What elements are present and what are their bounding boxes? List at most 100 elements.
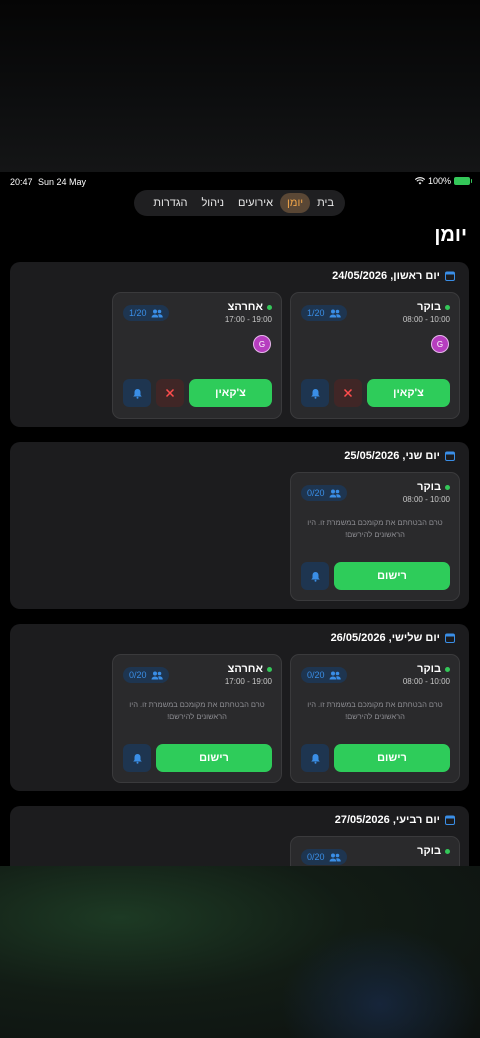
page-title: יומן bbox=[434, 224, 467, 246]
tab-management[interactable]: ניהול bbox=[194, 193, 231, 213]
calendar-icon bbox=[445, 633, 455, 643]
register-button[interactable]: רישום bbox=[334, 744, 450, 772]
tab-settings[interactable]: הגדרות bbox=[146, 193, 194, 213]
shift-name: בוקר bbox=[417, 481, 441, 493]
battery-icon bbox=[454, 177, 472, 185]
count-text: 0/20 bbox=[129, 670, 147, 680]
shift-card: בוקר 0/20 bbox=[290, 836, 460, 866]
day-header: יום רביעי, 27/05/2026 bbox=[335, 814, 455, 826]
day-card: יום שני, 25/05/2026 בוקר 08:00 - 10:00 0… bbox=[10, 442, 469, 609]
wifi-icon bbox=[414, 177, 425, 185]
shift-name-row: אחרהצ bbox=[228, 663, 272, 675]
empty-shift-message: טרם הבטחתם את מקומכם במשמרת זו. היו הראש… bbox=[129, 700, 265, 721]
people-icon bbox=[329, 309, 341, 317]
empty-shift-message: טרם הבטחתם את מקומכם במשמרת זו. היו הראש… bbox=[307, 700, 443, 721]
shift-name: בוקר bbox=[417, 301, 441, 313]
day-title: יום ראשון, 24/05/2026 bbox=[332, 270, 440, 282]
checkin-button[interactable]: צ'קאין bbox=[189, 379, 272, 407]
cancel-button[interactable] bbox=[156, 379, 184, 407]
register-button[interactable]: רישום bbox=[156, 744, 272, 772]
shift-card: בוקר 08:00 - 10:00 0/20 טרם הבטחתם את מק… bbox=[290, 472, 460, 601]
shift-card: בוקר 08:00 - 10:00 0/20 טרם הבטחתם את מק… bbox=[290, 654, 460, 783]
top-nav: בית יומן אירועים ניהול הגדרות bbox=[134, 190, 345, 216]
shift-name-row: בוקר bbox=[417, 481, 450, 493]
checkin-button[interactable]: צ'קאין bbox=[367, 379, 450, 407]
shift-name: בוקר bbox=[417, 845, 441, 857]
avatar[interactable]: G bbox=[253, 335, 271, 353]
status-dot bbox=[267, 666, 272, 672]
shift-time: 17:00 - 19:00 bbox=[224, 315, 272, 324]
bell-icon bbox=[132, 753, 142, 764]
status-dot bbox=[445, 666, 450, 672]
people-icon bbox=[329, 671, 341, 679]
shift-name-row: בוקר bbox=[417, 301, 450, 313]
count-text: 0/20 bbox=[307, 488, 325, 498]
people-icon bbox=[329, 489, 341, 497]
tab-calendar[interactable]: יומן bbox=[280, 193, 311, 213]
notify-button[interactable] bbox=[301, 379, 329, 407]
status-date: Sun 24 May bbox=[38, 177, 87, 187]
day-header: יום שלישי, 26/05/2026 bbox=[331, 632, 455, 644]
cancel-button[interactable] bbox=[334, 379, 362, 407]
participants-count: 1/20 bbox=[301, 305, 347, 321]
day-card: יום שלישי, 26/05/2026 בוקר 08:00 - 10:00… bbox=[10, 624, 469, 791]
close-icon bbox=[165, 388, 175, 398]
blurred-background-top bbox=[0, 0, 480, 172]
people-icon bbox=[151, 671, 163, 679]
shift-name: אחרהצ bbox=[227, 663, 263, 675]
shift-name-row: בוקר bbox=[417, 845, 450, 857]
blurred-background-bottom bbox=[0, 866, 480, 1038]
count-text: 1/20 bbox=[307, 308, 325, 318]
shift-time: 08:00 - 10:00 bbox=[402, 495, 450, 504]
participants-count: 0/20 bbox=[123, 667, 169, 683]
participants-count: 1/20 bbox=[123, 305, 169, 321]
bell-icon bbox=[310, 571, 320, 582]
day-title: יום שני, 25/05/2026 bbox=[344, 450, 440, 462]
people-icon bbox=[151, 309, 163, 317]
calendar-icon bbox=[445, 815, 455, 825]
shift-time: 08:00 - 10:00 bbox=[402, 315, 450, 324]
calendar-icon bbox=[445, 271, 455, 281]
bell-icon bbox=[132, 388, 142, 399]
status-dot bbox=[445, 484, 450, 490]
calendar-icon bbox=[445, 451, 455, 461]
day-title: יום שלישי, 26/05/2026 bbox=[330, 632, 440, 644]
participants-count: 0/20 bbox=[301, 849, 347, 865]
count-text: 0/20 bbox=[307, 852, 325, 862]
notify-button[interactable] bbox=[301, 744, 329, 772]
shift-name-row: אחרהצ bbox=[228, 301, 272, 313]
day-header: יום שני, 25/05/2026 bbox=[344, 450, 455, 462]
day-card: יום ראשון, 24/05/2026 בוקר 08:00 - 10:00… bbox=[10, 262, 469, 427]
shift-card: אחרהצ 17:00 - 19:00 1/20 G צ'קאין bbox=[112, 292, 282, 419]
day-header: יום ראשון, 24/05/2026 bbox=[332, 270, 455, 282]
status-dot bbox=[267, 304, 272, 310]
day-card: יום רביעי, 27/05/2026 בוקר 0/20 bbox=[10, 806, 469, 866]
shift-name: בוקר bbox=[417, 663, 441, 675]
tab-events[interactable]: אירועים bbox=[231, 193, 280, 213]
shift-time: 17:00 - 19:00 bbox=[224, 677, 272, 686]
shift-card: אחרהצ 17:00 - 19:00 0/20 טרם הבטחתם את מ… bbox=[112, 654, 282, 783]
avatar[interactable]: G bbox=[431, 335, 449, 353]
people-icon bbox=[329, 853, 341, 861]
status-time: 20:47 bbox=[10, 177, 33, 187]
register-button[interactable]: רישום bbox=[334, 562, 450, 590]
notify-button[interactable] bbox=[123, 744, 151, 772]
status-dot bbox=[445, 304, 450, 310]
shift-name: אחרהצ bbox=[227, 301, 263, 313]
close-icon bbox=[343, 388, 353, 398]
notify-button[interactable] bbox=[301, 562, 329, 590]
bell-icon bbox=[310, 388, 320, 399]
notify-button[interactable] bbox=[123, 379, 151, 407]
tab-home[interactable]: בית bbox=[310, 193, 341, 213]
shift-name-row: בוקר bbox=[417, 663, 450, 675]
empty-shift-message: טרם הבטחתם את מקומכם במשמרת זו. היו הראש… bbox=[307, 518, 443, 539]
shift-card: בוקר 08:00 - 10:00 1/20 G צ'קאין bbox=[290, 292, 460, 419]
app-screen: 20:47 Sun 24 May 100% בית יומן אירועים נ… bbox=[0, 172, 480, 866]
status-indicators: 100% bbox=[414, 176, 472, 186]
status-bar: 20:47 Sun 24 May 100% bbox=[0, 172, 480, 190]
count-text: 0/20 bbox=[307, 670, 325, 680]
status-dot bbox=[445, 848, 450, 854]
day-title: יום רביעי, 27/05/2026 bbox=[334, 814, 440, 826]
bell-icon bbox=[310, 753, 320, 764]
shift-time: 08:00 - 10:00 bbox=[402, 677, 450, 686]
